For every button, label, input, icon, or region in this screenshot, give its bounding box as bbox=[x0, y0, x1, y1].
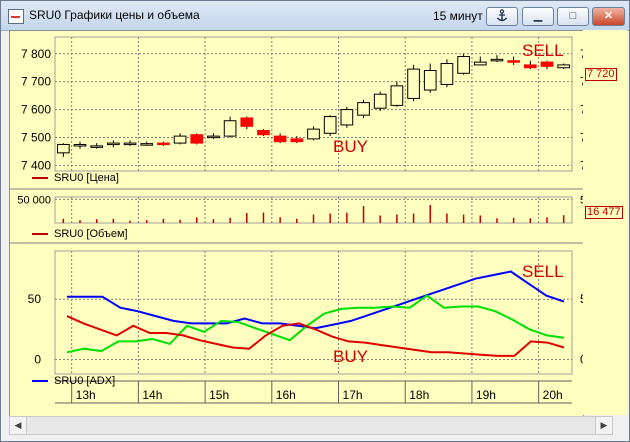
price-buy-signal: BUY bbox=[333, 137, 368, 156]
time-tick-label: 16h bbox=[276, 388, 296, 402]
window-title: SRU0 Графики цены и объема bbox=[29, 8, 200, 22]
candle-down bbox=[523, 64, 537, 69]
adx-legend: SRU0 [ADX] bbox=[32, 375, 115, 387]
chart-area[interactable]: 13h14h15h16h17h18h19h20h7 4007 4007 5007… bbox=[9, 30, 584, 417]
scroll-right-icon[interactable]: ▶ bbox=[595, 417, 612, 434]
candle-up bbox=[107, 142, 120, 146]
adx-sell-signal: SELL bbox=[522, 262, 564, 281]
candle-down bbox=[257, 130, 270, 136]
candle-up bbox=[407, 68, 420, 99]
price-panel-frame bbox=[54, 36, 573, 172]
candle-up bbox=[373, 93, 387, 109]
candle-up bbox=[340, 109, 354, 126]
right-axis-area: 7 720 16 477 bbox=[583, 30, 627, 415]
anchor-button[interactable] bbox=[486, 7, 518, 26]
candle-down bbox=[273, 135, 287, 143]
candle-up bbox=[73, 143, 87, 147]
adx-legend-swatch bbox=[32, 380, 48, 383]
candle-down bbox=[540, 61, 554, 67]
last-price-tag: 7 720 bbox=[585, 68, 617, 81]
price-legend: SRU0 [Цена] bbox=[32, 172, 119, 184]
title-bar[interactable]: SRU0 Графики цены и объема 15 минут ▁ □ … bbox=[1, 1, 629, 31]
candle-up bbox=[390, 85, 404, 106]
candle-down bbox=[290, 138, 304, 143]
plus-di-series-line bbox=[66, 294, 565, 354]
price-tick-label-left: 7 400 bbox=[21, 158, 51, 172]
chart-app-icon bbox=[8, 9, 24, 24]
time-tick-label: 20h bbox=[543, 388, 563, 402]
candle-up bbox=[173, 135, 187, 144]
candle-up bbox=[123, 142, 137, 146]
adx-buy-signal: BUY bbox=[333, 347, 368, 366]
volume-legend-label: SRU0 [Объем] bbox=[54, 228, 128, 240]
scroll-left-icon[interactable]: ◀ bbox=[10, 417, 27, 434]
adx-tick-label-left: 50 bbox=[28, 292, 42, 306]
price-sell-signal: SELL bbox=[522, 41, 564, 60]
candle-up bbox=[307, 128, 320, 140]
volume-legend: SRU0 [Объем] bbox=[32, 228, 128, 240]
candle-up bbox=[440, 63, 454, 85]
time-tick-label: 15h bbox=[209, 388, 229, 402]
price-tick-label-left: 7 700 bbox=[21, 75, 51, 89]
candle-up bbox=[557, 64, 570, 69]
candle-up bbox=[423, 70, 437, 91]
price-legend-label: SRU0 [Цена] bbox=[54, 172, 119, 184]
volume-tick-label-left: 50 000 bbox=[17, 194, 51, 206]
candle-up bbox=[207, 135, 220, 139]
candle-up bbox=[223, 120, 237, 137]
candle-down bbox=[240, 117, 254, 127]
minimize-button[interactable]: ▁ bbox=[522, 7, 554, 26]
candle-up bbox=[57, 143, 70, 154]
candle-up bbox=[323, 116, 337, 134]
horizontal-scrollbar[interactable]: ◀ ▶ bbox=[9, 416, 613, 435]
minimize-icon: ▁ bbox=[533, 10, 543, 22]
close-icon: ✕ bbox=[603, 10, 614, 22]
candle-down bbox=[157, 142, 170, 146]
candle-up bbox=[140, 143, 154, 146]
interval-label: 15 минут bbox=[433, 9, 483, 23]
price-legend-swatch bbox=[32, 177, 48, 180]
adx-legend-label: SRU0 [ADX] bbox=[54, 375, 116, 387]
price-tick-label-left: 7 500 bbox=[21, 131, 51, 145]
minus-di-series-line bbox=[66, 315, 565, 357]
candle-up bbox=[490, 58, 504, 62]
time-tick-label: 18h bbox=[409, 388, 429, 402]
adx-tick-label-left: 0 bbox=[34, 353, 41, 367]
candle-up bbox=[90, 145, 104, 148]
price-tick-label-left: 7 600 bbox=[21, 103, 51, 117]
price-tick-label-left: 7 800 bbox=[21, 47, 51, 61]
candle-up bbox=[357, 102, 370, 116]
chart-canvas[interactable]: 13h14h15h16h17h18h19h20h7 4007 4007 5007… bbox=[10, 31, 583, 416]
maximize-icon: □ bbox=[569, 10, 577, 22]
maximize-button[interactable]: □ bbox=[557, 7, 589, 26]
time-tick-label: 14h bbox=[142, 388, 162, 402]
candle-up bbox=[473, 61, 487, 66]
time-tick-label: 13h bbox=[76, 388, 96, 402]
candle-down bbox=[190, 134, 204, 144]
anchor-icon bbox=[496, 9, 508, 22]
time-tick-label: 17h bbox=[343, 388, 363, 402]
close-button[interactable]: ✕ bbox=[592, 7, 625, 26]
candle-up bbox=[457, 56, 470, 74]
candle-down bbox=[507, 60, 520, 63]
time-tick-label: 19h bbox=[476, 388, 496, 402]
volume-legend-swatch bbox=[32, 233, 48, 236]
chart-window: SRU0 Графики цены и объема 15 минут ▁ □ … bbox=[0, 0, 630, 442]
last-volume-tag: 16 477 bbox=[585, 206, 623, 219]
